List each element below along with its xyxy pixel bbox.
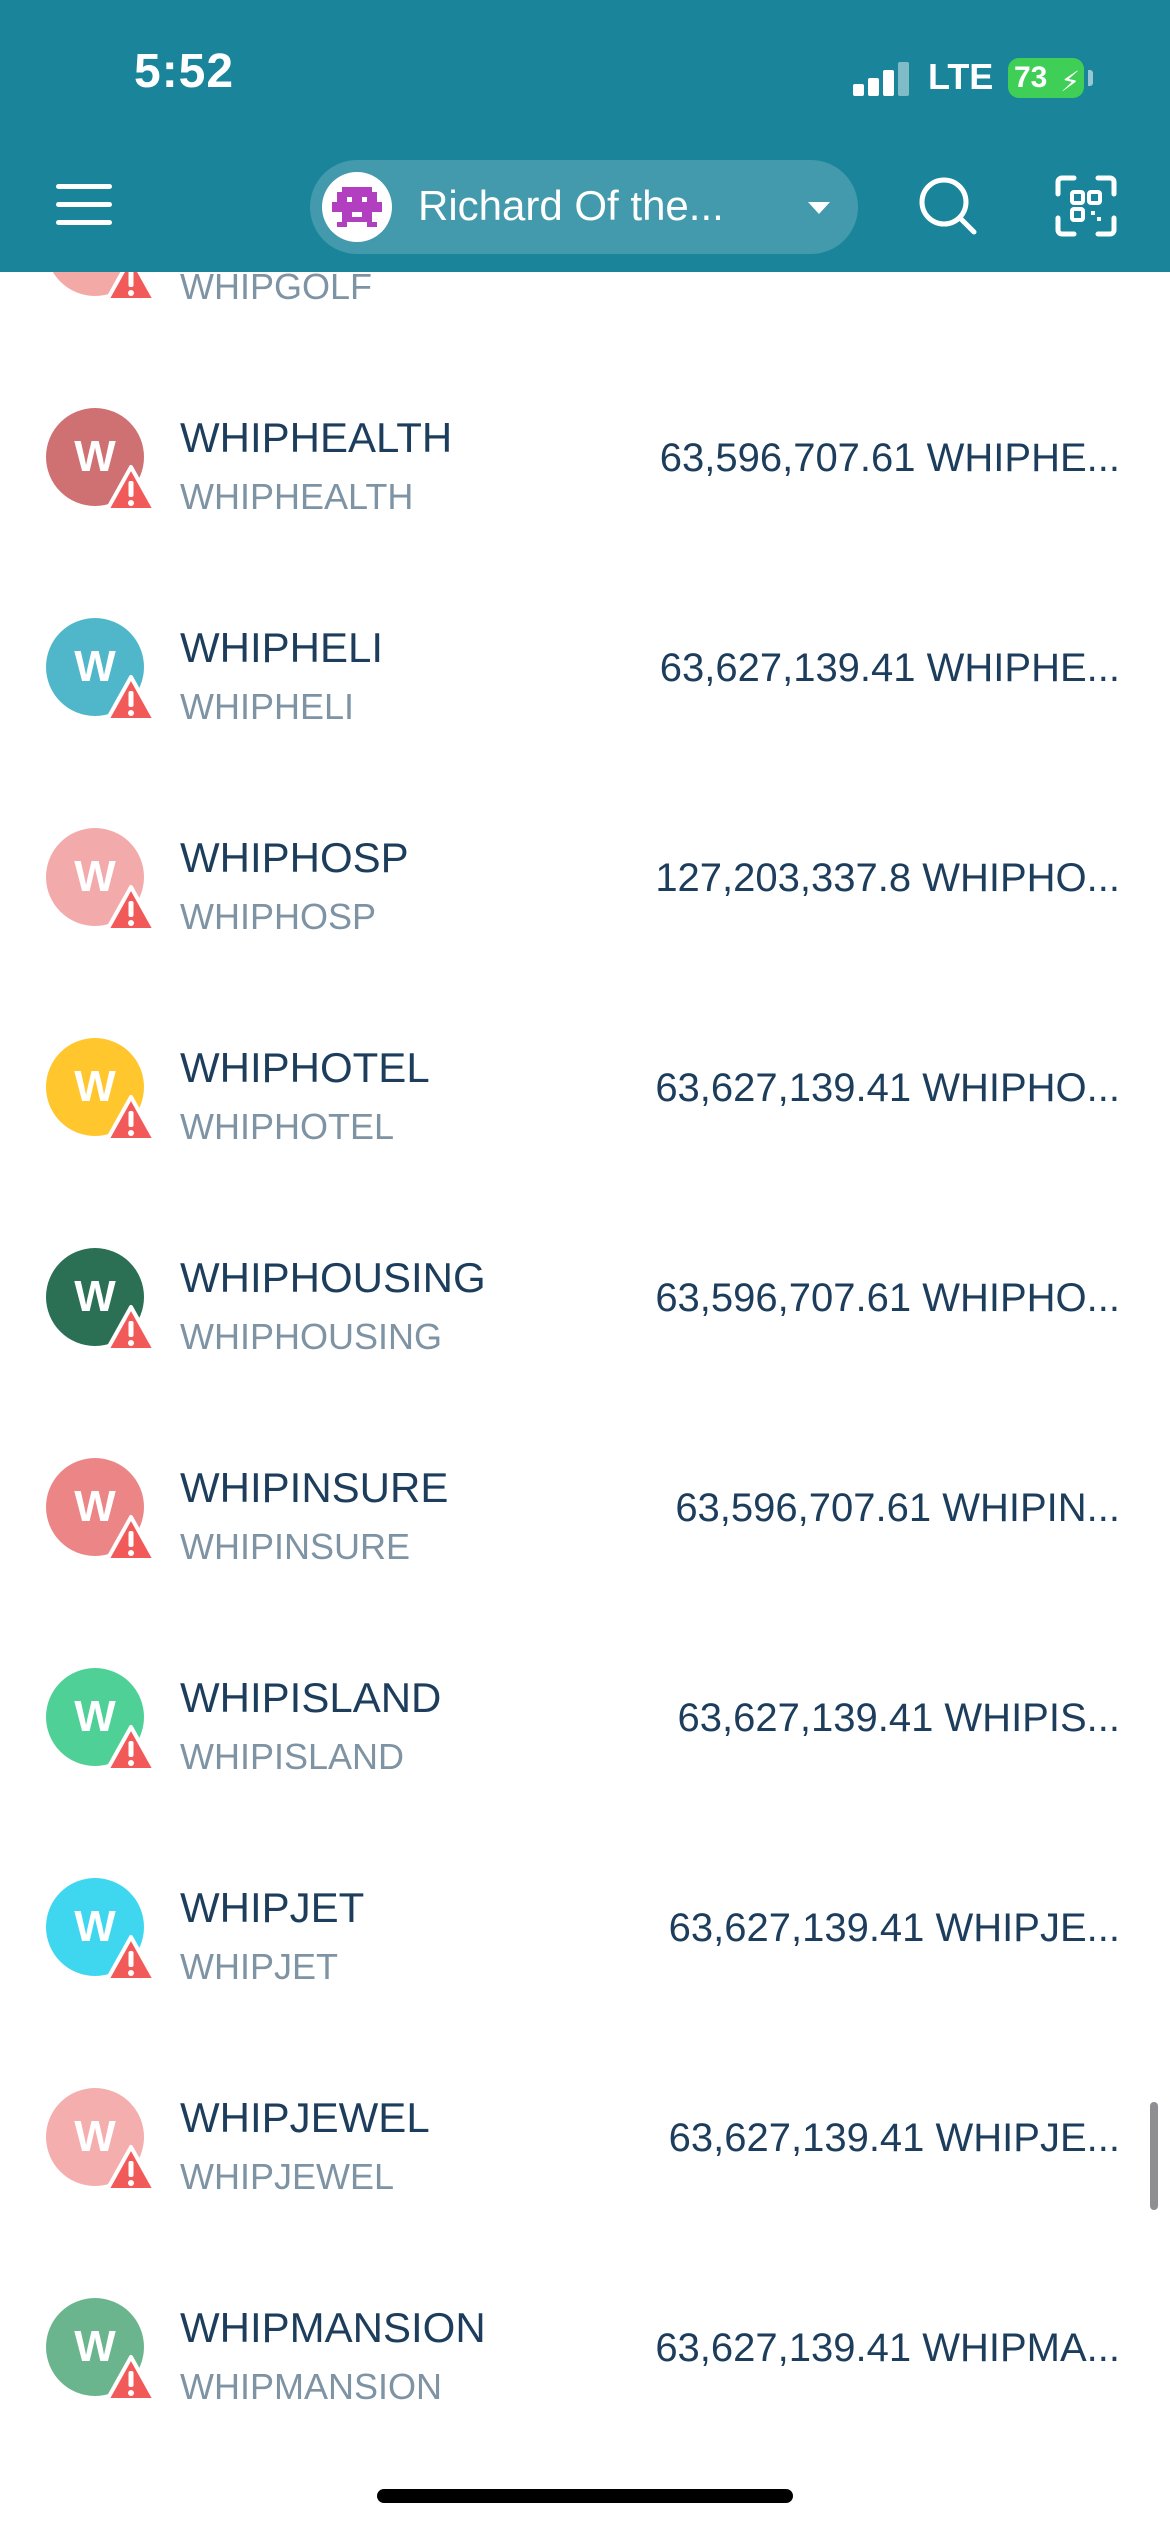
token-balance: 63,596,707.61 WHIPIN... xyxy=(675,1486,1120,1530)
token-balance: 127,203,337.8 WHIPHO... xyxy=(655,856,1120,900)
warning-icon xyxy=(105,1725,157,1772)
token-symbol: WHIPISLAND xyxy=(180,1674,442,1721)
account-avatar-icon xyxy=(322,172,392,242)
token-symbol: WHIPHOSP xyxy=(180,834,409,881)
token-symbol: WHIPHEALTH xyxy=(180,414,453,461)
app-header: 5:52 LTE 73 ⚡ Richard Of the... xyxy=(0,0,1170,272)
token-symbol: WHIPHOTEL xyxy=(180,1044,430,1091)
battery-level: 73 xyxy=(1014,61,1048,94)
warning-icon xyxy=(105,2145,157,2192)
token-balance: 63,627,139.41 WHIPHO... xyxy=(655,1066,1120,1110)
search-icon[interactable] xyxy=(916,174,980,238)
token-symbol: WHIPJET xyxy=(180,1884,365,1931)
token-row[interactable]: W WHIPHOTEL WHIPHOTEL 63,627,139.41 WHIPHO.… xyxy=(0,982,1170,1192)
token-symbol: WHIPMANSION xyxy=(180,2304,486,2351)
account-name: Richard Of the... xyxy=(418,182,724,229)
battery-icon: 73 ⚡ xyxy=(1008,58,1084,98)
hamburger-menu-icon[interactable] xyxy=(56,180,112,228)
token-name: WHIPHEALTH xyxy=(180,476,414,517)
token-name: WHIPISLAND xyxy=(180,1736,405,1777)
token-balance: 63,627,139.41 WHIPMA... xyxy=(655,2326,1120,2370)
warning-icon xyxy=(105,2355,157,2402)
token-row[interactable]: W WHIPHEALTH WHIPHEALTH 63,596,707.61 WHIPH… xyxy=(0,352,1170,562)
cellular-signal-icon xyxy=(853,60,911,96)
scrollbar[interactable] xyxy=(1150,2102,1158,2210)
warning-icon xyxy=(105,1515,157,1562)
token-row[interactable]: WWHIPGOLFWHIPGOLF xyxy=(0,272,1170,352)
network-type: LTE xyxy=(928,56,994,97)
token-row[interactable]: W WHIPINSURE WHIPINSURE 63,596,707.61 WHIPI… xyxy=(0,1402,1170,1612)
warning-icon xyxy=(105,272,157,302)
qr-scan-icon[interactable] xyxy=(1054,174,1118,238)
token-row[interactable]: W WHIPHOSP WHIPHOSP 127,203,337.8 WHIPHO... xyxy=(0,772,1170,982)
charging-bolt-icon: ⚡ xyxy=(1060,66,1080,97)
warning-icon xyxy=(105,885,157,932)
warning-icon xyxy=(105,675,157,722)
token-name: WHIPHELI xyxy=(180,686,355,727)
warning-icon xyxy=(105,1935,157,1982)
warning-icon xyxy=(105,1095,157,1142)
token-row[interactable]: W WHIPISLAND WHIPISLAND 63,627,139.41 WHIPI… xyxy=(0,1612,1170,1822)
warning-icon xyxy=(105,1305,157,1352)
warning-icon xyxy=(105,465,157,512)
status-time: 5:52 xyxy=(134,45,235,98)
token-row[interactable]: W WHIPMANSION WHIPMANSION 63,627,139.41 WHI… xyxy=(0,2242,1170,2452)
account-selector[interactable]: Richard Of the... xyxy=(310,160,858,254)
battery-tip xyxy=(1088,70,1093,86)
token-row[interactable]: W WHIPHOUSING WHIPHOUSING 63,596,707.61 WHI… xyxy=(0,1192,1170,1402)
token-row[interactable]: W WHIPJET WHIPJET 63,627,139.41 WHIPJE... xyxy=(0,1822,1170,2032)
token-name: WHIPHOSP xyxy=(180,896,377,937)
token-name: WHIPJET xyxy=(180,1946,338,1987)
token-symbol: WHIPHELI xyxy=(180,624,384,671)
token-name: WHIPMANSION xyxy=(180,2366,443,2407)
token-balance: 63,627,139.41 WHIPIS... xyxy=(677,1696,1120,1740)
chevron-down-icon xyxy=(808,202,830,214)
token-name: WHIPGOLF xyxy=(180,272,373,307)
token-balance: 63,596,707.61 WHIPHO... xyxy=(655,1276,1120,1320)
token-row[interactable]: W WHIPHELI WHIPHELI 63,627,139.41 WHIPHE... xyxy=(0,562,1170,772)
token-list[interactable]: WWHIPGOLFWHIPGOLFWWHIPHEALTHWHIPHEALTH63… xyxy=(0,272,1170,2532)
home-indicator[interactable] xyxy=(377,2489,793,2503)
token-symbol: WHIPINSURE xyxy=(180,1464,449,1511)
token-balance: 63,627,139.41 WHIPJE... xyxy=(668,2116,1120,2160)
token-symbol: WHIPHOUSING xyxy=(180,1254,486,1301)
token-balance: 63,627,139.41 WHIPJE... xyxy=(668,1906,1120,1950)
token-symbol: WHIPJEWEL xyxy=(180,2094,430,2141)
token-name: WHIPHOUSING xyxy=(180,1316,443,1357)
token-name: WHIPJEWEL xyxy=(180,2156,395,2197)
token-row[interactable]: W WHIPJEWEL WHIPJEWEL 63,627,139.41 WHIPJE.… xyxy=(0,2032,1170,2242)
token-name: WHIPINSURE xyxy=(180,1526,411,1567)
token-balance: 63,596,707.61 WHIPHE... xyxy=(659,436,1120,480)
token-name: WHIPHOTEL xyxy=(180,1106,395,1147)
token-balance: 63,627,139.41 WHIPHE... xyxy=(659,646,1120,690)
